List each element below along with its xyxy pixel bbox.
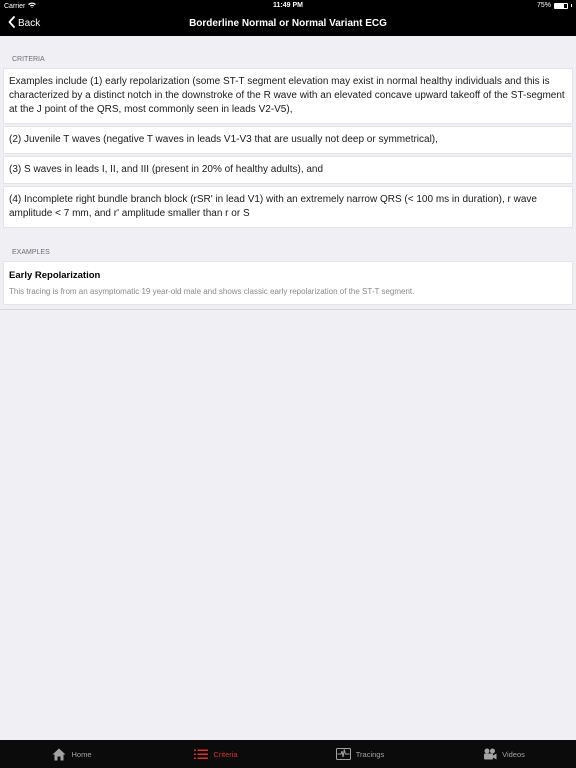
list-icon: [194, 749, 209, 760]
tab-tracings-label: Tracings: [355, 749, 385, 759]
tab-videos-label: Videos: [502, 749, 525, 759]
status-right: 75%: [537, 2, 572, 9]
content-area: CRITERIA Examples include (1) early repo…: [0, 36, 576, 740]
ecg-icon: [335, 748, 351, 760]
criteria-item: (3) S waves in leads I, II, and III (pre…: [4, 157, 572, 183]
criteria-item: (4) Incomplete right bundle branch block…: [4, 187, 572, 227]
criteria-section-header: CRITERIA: [12, 56, 45, 63]
examples-section-header: EXAMPLES: [12, 249, 50, 256]
section-divider: [0, 304, 576, 310]
tab-tracings[interactable]: Tracings: [288, 740, 432, 768]
criteria-item: (2) Juvenile T waves (negative T waves i…: [4, 127, 572, 153]
page-title: Borderline Normal or Normal Variant ECG: [189, 18, 387, 29]
tab-criteria-label: Criteria: [213, 749, 238, 759]
battery-icon: [554, 2, 568, 9]
battery-percent: 75%: [536, 2, 551, 9]
status-bar: Carrier 11:49 PM 75%: [0, 0, 576, 12]
tab-criteria[interactable]: Criteria: [144, 740, 288, 768]
status-time: 11:49 PM: [273, 2, 303, 9]
example-description: This tracing is from an asymptomatic 19 …: [9, 287, 415, 296]
tab-home-label: Home: [71, 749, 92, 759]
home-icon: [52, 748, 66, 761]
battery-tip: [571, 4, 572, 7]
tab-bar: Home Criteria Tracings Videos: [0, 740, 576, 768]
example-title: Early Repolarization: [9, 270, 101, 281]
nav-bar: Back Borderline Normal or Normal Variant…: [0, 12, 576, 36]
tab-videos[interactable]: Videos: [432, 740, 576, 768]
example-item-early-repolarization[interactable]: Early Repolarization This tracing is fro…: [4, 262, 572, 304]
video-camera-icon: [483, 748, 497, 761]
tab-home[interactable]: Home: [0, 740, 144, 768]
criteria-item: Examples include (1) early repolarizatio…: [4, 69, 572, 123]
battery-level: [555, 3, 564, 8]
